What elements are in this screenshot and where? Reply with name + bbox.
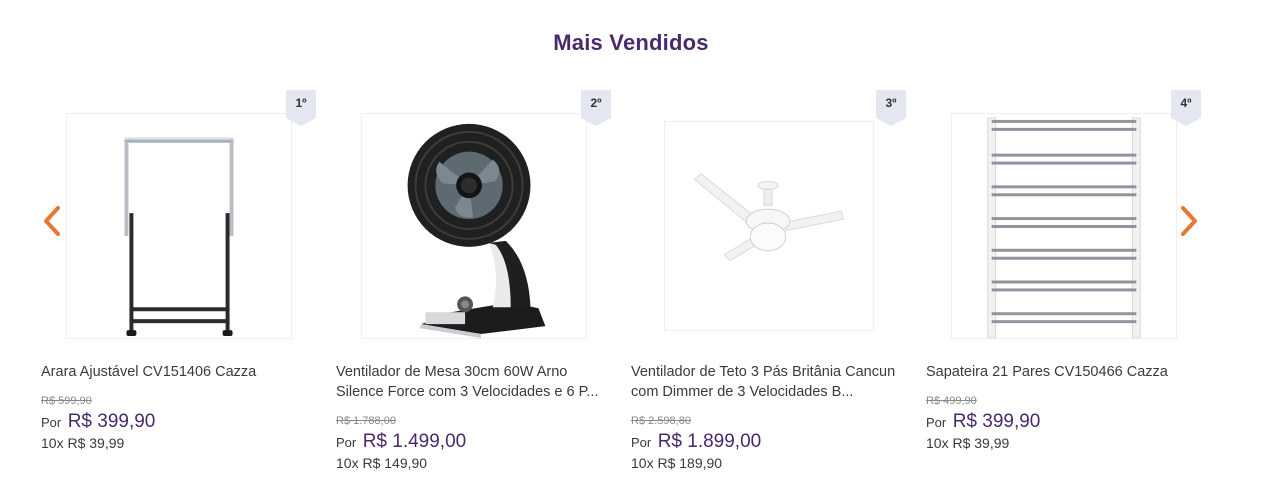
rank-badge: 2º [581,90,611,126]
old-price: R$ 2.598,80 [631,415,691,427]
installments: 10x R$ 39,99 [926,435,1010,451]
price-block: R$ 2.598,80 Por R$ 1.899,00 10x R$ 189,9… [631,414,911,472]
price-prefix: Por [41,415,62,430]
old-price: R$ 499,90 [926,395,977,407]
price-prefix: Por [336,435,357,450]
current-price: R$ 399,90 [952,411,1041,432]
table-fan-image [407,123,546,338]
product-image[interactable] [66,113,292,339]
product-image[interactable] [951,113,1177,339]
product-card[interactable]: 4º Sapateira 21 Pares CV150466 Cazza R$ … [925,88,1215,488]
product-image[interactable] [361,113,587,339]
old-price: R$ 1.788,00 [336,415,396,427]
price-prefix: Por [926,415,947,430]
price-prefix: Por [631,435,652,450]
product-name[interactable]: Sapateira 21 Pares CV150466 Cazza [926,362,1201,382]
product-card[interactable]: 1º Arara Ajustável CV151406 Cazza R$ 599… [40,88,330,488]
price-block: R$ 499,90 Por R$ 399,90 10x R$ 39,99 [926,394,1206,452]
product-name[interactable]: Ventilador de Teto 3 Pás Britânia Cancun… [631,362,906,402]
old-price: R$ 599,90 [41,395,92,407]
price-block: R$ 1.788,00 Por R$ 1.499,00 10x R$ 149,9… [336,414,616,472]
installments: 10x R$ 39,99 [41,435,125,451]
ceiling-fan-image [693,172,844,262]
current-price: R$ 1.899,00 [657,431,762,452]
rank-badge: 3º [876,90,906,126]
product-image[interactable] [664,121,874,331]
product-name[interactable]: Arara Ajustável CV151406 Cazza [41,362,316,382]
product-name[interactable]: Ventilador de Mesa 30cm 60W Arno Silence… [336,362,611,402]
price-block: R$ 599,90 Por R$ 399,90 10x R$ 39,99 [41,394,321,452]
section-title: Mais Vendidos [553,30,709,55]
installments: 10x R$ 189,90 [631,455,723,471]
current-price: R$ 399,90 [67,411,156,432]
clothes-rack-image [124,137,234,337]
product-card[interactable]: 3º Ventilador de Teto 3 Pás Britânia Can… [630,88,920,488]
current-price: R$ 1.499,00 [362,431,467,452]
rank-badge: 1º [286,90,316,126]
rank-badge: 4º [1171,90,1201,126]
product-card[interactable]: 2º Ventilador de Mesa 30cm 60W Arno Sile… [335,88,625,488]
installments: 10x R$ 149,90 [336,455,428,471]
shoe-rack-image [987,117,1141,338]
